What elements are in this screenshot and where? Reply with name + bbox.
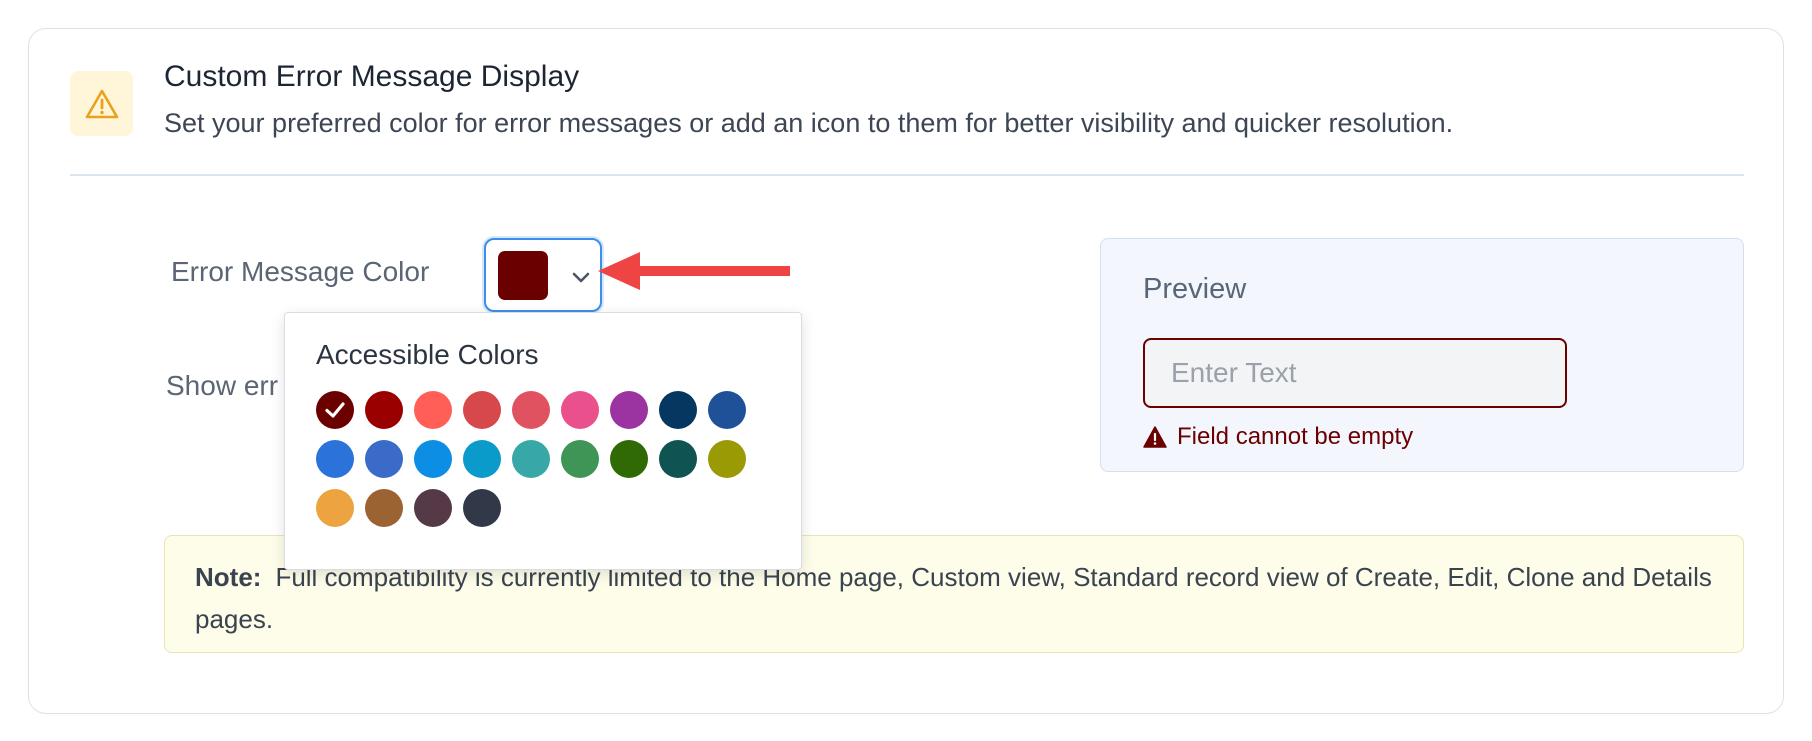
color-swatch[interactable]	[659, 440, 697, 478]
color-swatch[interactable]	[463, 489, 501, 527]
accessible-colors-title: Accessible Colors	[316, 339, 539, 370]
section-title: Custom Error Message Display	[164, 60, 580, 93]
color-swatch[interactable]	[512, 440, 550, 478]
color-swatch[interactable]	[561, 440, 599, 478]
color-swatch[interactable]	[708, 440, 746, 478]
error-text: Field cannot be empty	[1177, 423, 1414, 450]
header-divider	[70, 174, 1744, 176]
color-swatch[interactable]	[316, 391, 354, 429]
preview-text-input[interactable]	[1143, 338, 1567, 408]
show-error-icon-label: Show err	[166, 370, 279, 401]
note-text: Full compatibility is currently limited …	[195, 562, 1712, 634]
error-color-select[interactable]	[484, 238, 602, 312]
note-label: Note:	[195, 562, 262, 592]
error-message-color-label: Error Message Color	[171, 256, 430, 287]
chevron-down-icon	[572, 272, 590, 283]
color-swatch[interactable]	[365, 489, 403, 527]
color-picker-dropdown: Accessible Colors	[284, 312, 802, 570]
color-swatch[interactable]	[365, 391, 403, 429]
color-swatch[interactable]	[463, 440, 501, 478]
color-swatch[interactable]	[708, 391, 746, 429]
preview-title: Preview	[1143, 273, 1247, 305]
selected-color-swatch	[498, 251, 548, 300]
color-swatch[interactable]	[463, 391, 501, 429]
section-subtitle: Set your preferred color for error messa…	[164, 108, 1454, 138]
error-warning-icon	[1143, 426, 1167, 448]
color-swatch[interactable]	[316, 440, 354, 478]
color-swatch[interactable]	[512, 391, 550, 429]
color-swatch[interactable]	[414, 440, 452, 478]
color-swatch[interactable]	[610, 391, 648, 429]
color-swatch-grid	[316, 391, 776, 527]
color-swatch[interactable]	[414, 489, 452, 527]
preview-error-message: Field cannot be empty	[1143, 423, 1413, 451]
color-swatch[interactable]	[414, 391, 452, 429]
preview-panel: Preview Field cannot be empty	[1100, 238, 1744, 472]
red-pointer-arrow-icon	[598, 252, 790, 290]
color-swatch[interactable]	[365, 440, 403, 478]
checkmark-icon	[325, 402, 345, 418]
color-swatch[interactable]	[659, 391, 697, 429]
color-swatch[interactable]	[561, 391, 599, 429]
warning-triangle-icon	[70, 71, 133, 136]
color-swatch[interactable]	[610, 440, 648, 478]
color-swatch[interactable]	[316, 489, 354, 527]
